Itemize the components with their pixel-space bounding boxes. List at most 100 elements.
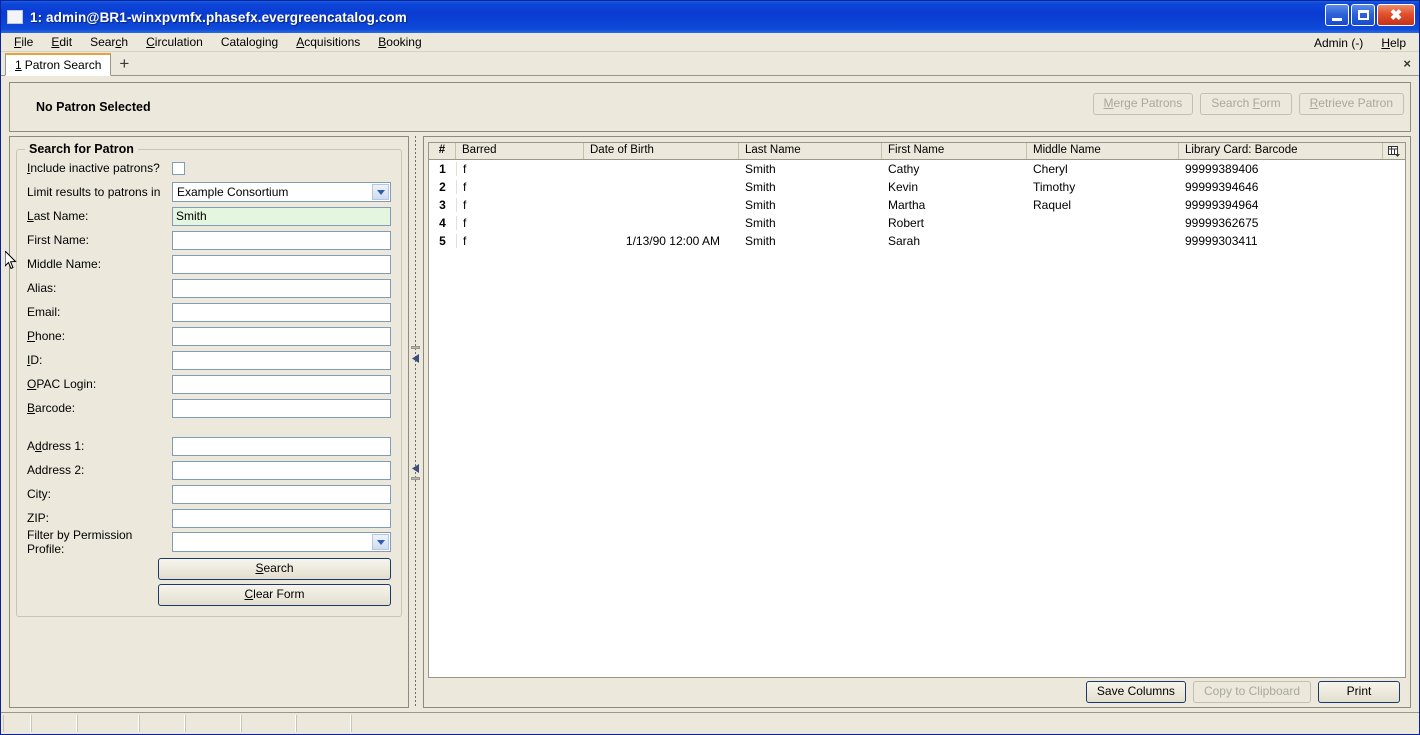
minimize-icon [1332, 17, 1342, 21]
permission-profile-select[interactable] [172, 532, 391, 552]
column-header-library-card[interactable]: Library Card: Barcode [1179, 143, 1383, 159]
row-email: Email: [27, 300, 391, 324]
id-label: ID: [27, 353, 43, 367]
column-picker-button[interactable] [1383, 143, 1405, 159]
middle-name-label: Middle Name: [27, 257, 102, 271]
menu-file-rest: ile [21, 35, 34, 49]
minimize-button[interactable] [1325, 4, 1349, 26]
application-window: 1: admin@BR1-winxpvmfx.phasefx.evergreen… [0, 0, 1420, 735]
menu-acquisitions[interactable]: Acquisitions [287, 34, 369, 50]
alias-input[interactable] [172, 278, 391, 298]
column-header-first-name[interactable]: First Name [882, 143, 1027, 159]
save-columns-button[interactable]: Save Columns [1085, 680, 1186, 704]
cell-num: 5 [439, 234, 446, 248]
phone-label: Phone: [27, 329, 66, 343]
last-name-label: Last Name: [27, 209, 89, 223]
table-row[interactable]: 3 f Smith Martha Raquel 99999394964 [429, 196, 1405, 214]
id-input[interactable] [172, 350, 391, 370]
maximize-button[interactable] [1351, 4, 1375, 26]
limit-results-label: Limit results to patrons in [27, 185, 161, 199]
cell-middle-name: Raquel [1033, 198, 1072, 212]
column-picker-icon [1388, 145, 1400, 157]
status-bar [1, 712, 1419, 734]
menu-circulation[interactable]: Circulation [137, 34, 212, 50]
cell-num: 4 [439, 216, 446, 230]
menu-edit[interactable]: Edit [42, 34, 81, 50]
status-cell-8 [351, 715, 1417, 732]
row-barcode: Barcode: [27, 396, 391, 420]
window-controls: ✖ [1325, 4, 1415, 26]
phone-input[interactable] [172, 326, 391, 346]
app-icon [7, 10, 23, 24]
table-row[interactable]: 1 f Smith Cathy Cheryl 99999389406 [429, 160, 1405, 178]
search-form-button[interactable]: Search Form [1200, 93, 1292, 116]
cell-num: 1 [439, 162, 446, 176]
cell-barred: f [456, 180, 584, 194]
status-cell-3 [77, 715, 139, 732]
table-row[interactable]: 5 f 1/13/90 12:00 AM Smith Sarah 9999930… [429, 232, 1405, 250]
last-name-input[interactable] [172, 206, 391, 226]
retrieve-patron-button[interactable]: Retrieve Patron [1298, 93, 1404, 116]
cell-middle-name: Timothy [1033, 180, 1076, 194]
menu-cataloging[interactable]: Cataloging [212, 34, 287, 50]
patron-status-label: No Patron Selected [36, 100, 151, 114]
menu-admin[interactable]: Admin (-) [1305, 35, 1372, 51]
close-button[interactable]: ✖ [1377, 4, 1415, 26]
patron-summary-bar: No Patron Selected Merge Patrons Search … [9, 82, 1411, 132]
row-address2: Address 2: [27, 458, 391, 482]
results-footer: Save Columns Copy to Clipboard Print [428, 678, 1406, 706]
first-name-input[interactable] [172, 230, 391, 250]
menu-booking[interactable]: Booking [369, 34, 430, 50]
column-header-last-name[interactable]: Last Name [739, 143, 882, 159]
splitter-grip [415, 136, 416, 708]
tab-patron-search[interactable]: 1 Patron Search [5, 53, 112, 76]
copy-to-clipboard-button[interactable]: Copy to Clipboard [1192, 680, 1311, 704]
column-header-dob[interactable]: Date of Birth [584, 143, 739, 159]
title-bar: 1: admin@BR1-winxpvmfx.phasefx.evergreen… [1, 1, 1419, 33]
cell-library-card: 99999394646 [1185, 180, 1259, 194]
table-row[interactable]: 4 f Smith Robert 99999362675 [429, 214, 1405, 232]
search-button[interactable]: Search [158, 558, 391, 581]
cell-last-name: Smith [745, 234, 776, 248]
include-inactive-checkbox[interactable] [172, 161, 185, 175]
chevron-down-icon [372, 534, 389, 550]
limit-results-select[interactable]: Example Consortium [172, 182, 391, 202]
city-input[interactable] [172, 484, 391, 504]
print-button[interactable]: Print [1318, 680, 1400, 704]
splitter-nub-bottom [411, 477, 420, 480]
address2-label: Address 2: [27, 463, 85, 477]
barcode-input[interactable] [172, 398, 391, 418]
tab-strip: 1 Patron Search + × [1, 52, 1419, 76]
menu-help[interactable]: Help [1372, 35, 1415, 51]
new-tab-button[interactable]: + [119, 55, 129, 72]
row-include-inactive: Include inactive patrons? [27, 156, 391, 180]
merge-patrons-button[interactable]: Merge Patrons [1092, 93, 1194, 116]
clear-form-button[interactable]: Clear Form [158, 584, 391, 607]
menu-file[interactable]: File [5, 34, 42, 50]
address2-input[interactable] [172, 460, 391, 480]
table-row[interactable]: 2 f Smith Kevin Timothy 99999394646 [429, 178, 1405, 196]
close-tab-button[interactable]: × [1403, 56, 1411, 71]
middle-name-input[interactable] [172, 254, 391, 274]
status-cell-6 [241, 715, 296, 732]
menu-bar: File Edit Search Circulation Cataloging … [1, 33, 1419, 52]
pane-splitter[interactable] [409, 136, 423, 708]
patron-bar-actions: Merge Patrons Search Form Retrieve Patro… [1092, 93, 1404, 116]
zip-input[interactable] [172, 508, 391, 528]
column-header-num[interactable]: # [429, 143, 456, 159]
split-panes: Search for Patron Include inactive patro… [9, 132, 1411, 712]
opac-login-label: OPAC Login: [27, 377, 97, 391]
city-label: City: [27, 487, 51, 501]
column-header-barred[interactable]: Barred [456, 143, 584, 159]
cell-barred: f [456, 198, 584, 212]
cell-first-name: Robert [888, 216, 925, 230]
cell-library-card: 99999389406 [1185, 162, 1259, 176]
address1-input[interactable] [172, 436, 391, 456]
results-pane: # Barred Date of Birth Last Name First N… [423, 136, 1411, 708]
email-input[interactable] [172, 302, 391, 322]
column-header-middle-name[interactable]: Middle Name [1027, 143, 1179, 159]
menu-search[interactable]: Search [81, 34, 137, 50]
first-name-label: First Name: [27, 233, 90, 247]
cell-first-name: Sarah [888, 234, 921, 248]
opac-login-input[interactable] [172, 374, 391, 394]
